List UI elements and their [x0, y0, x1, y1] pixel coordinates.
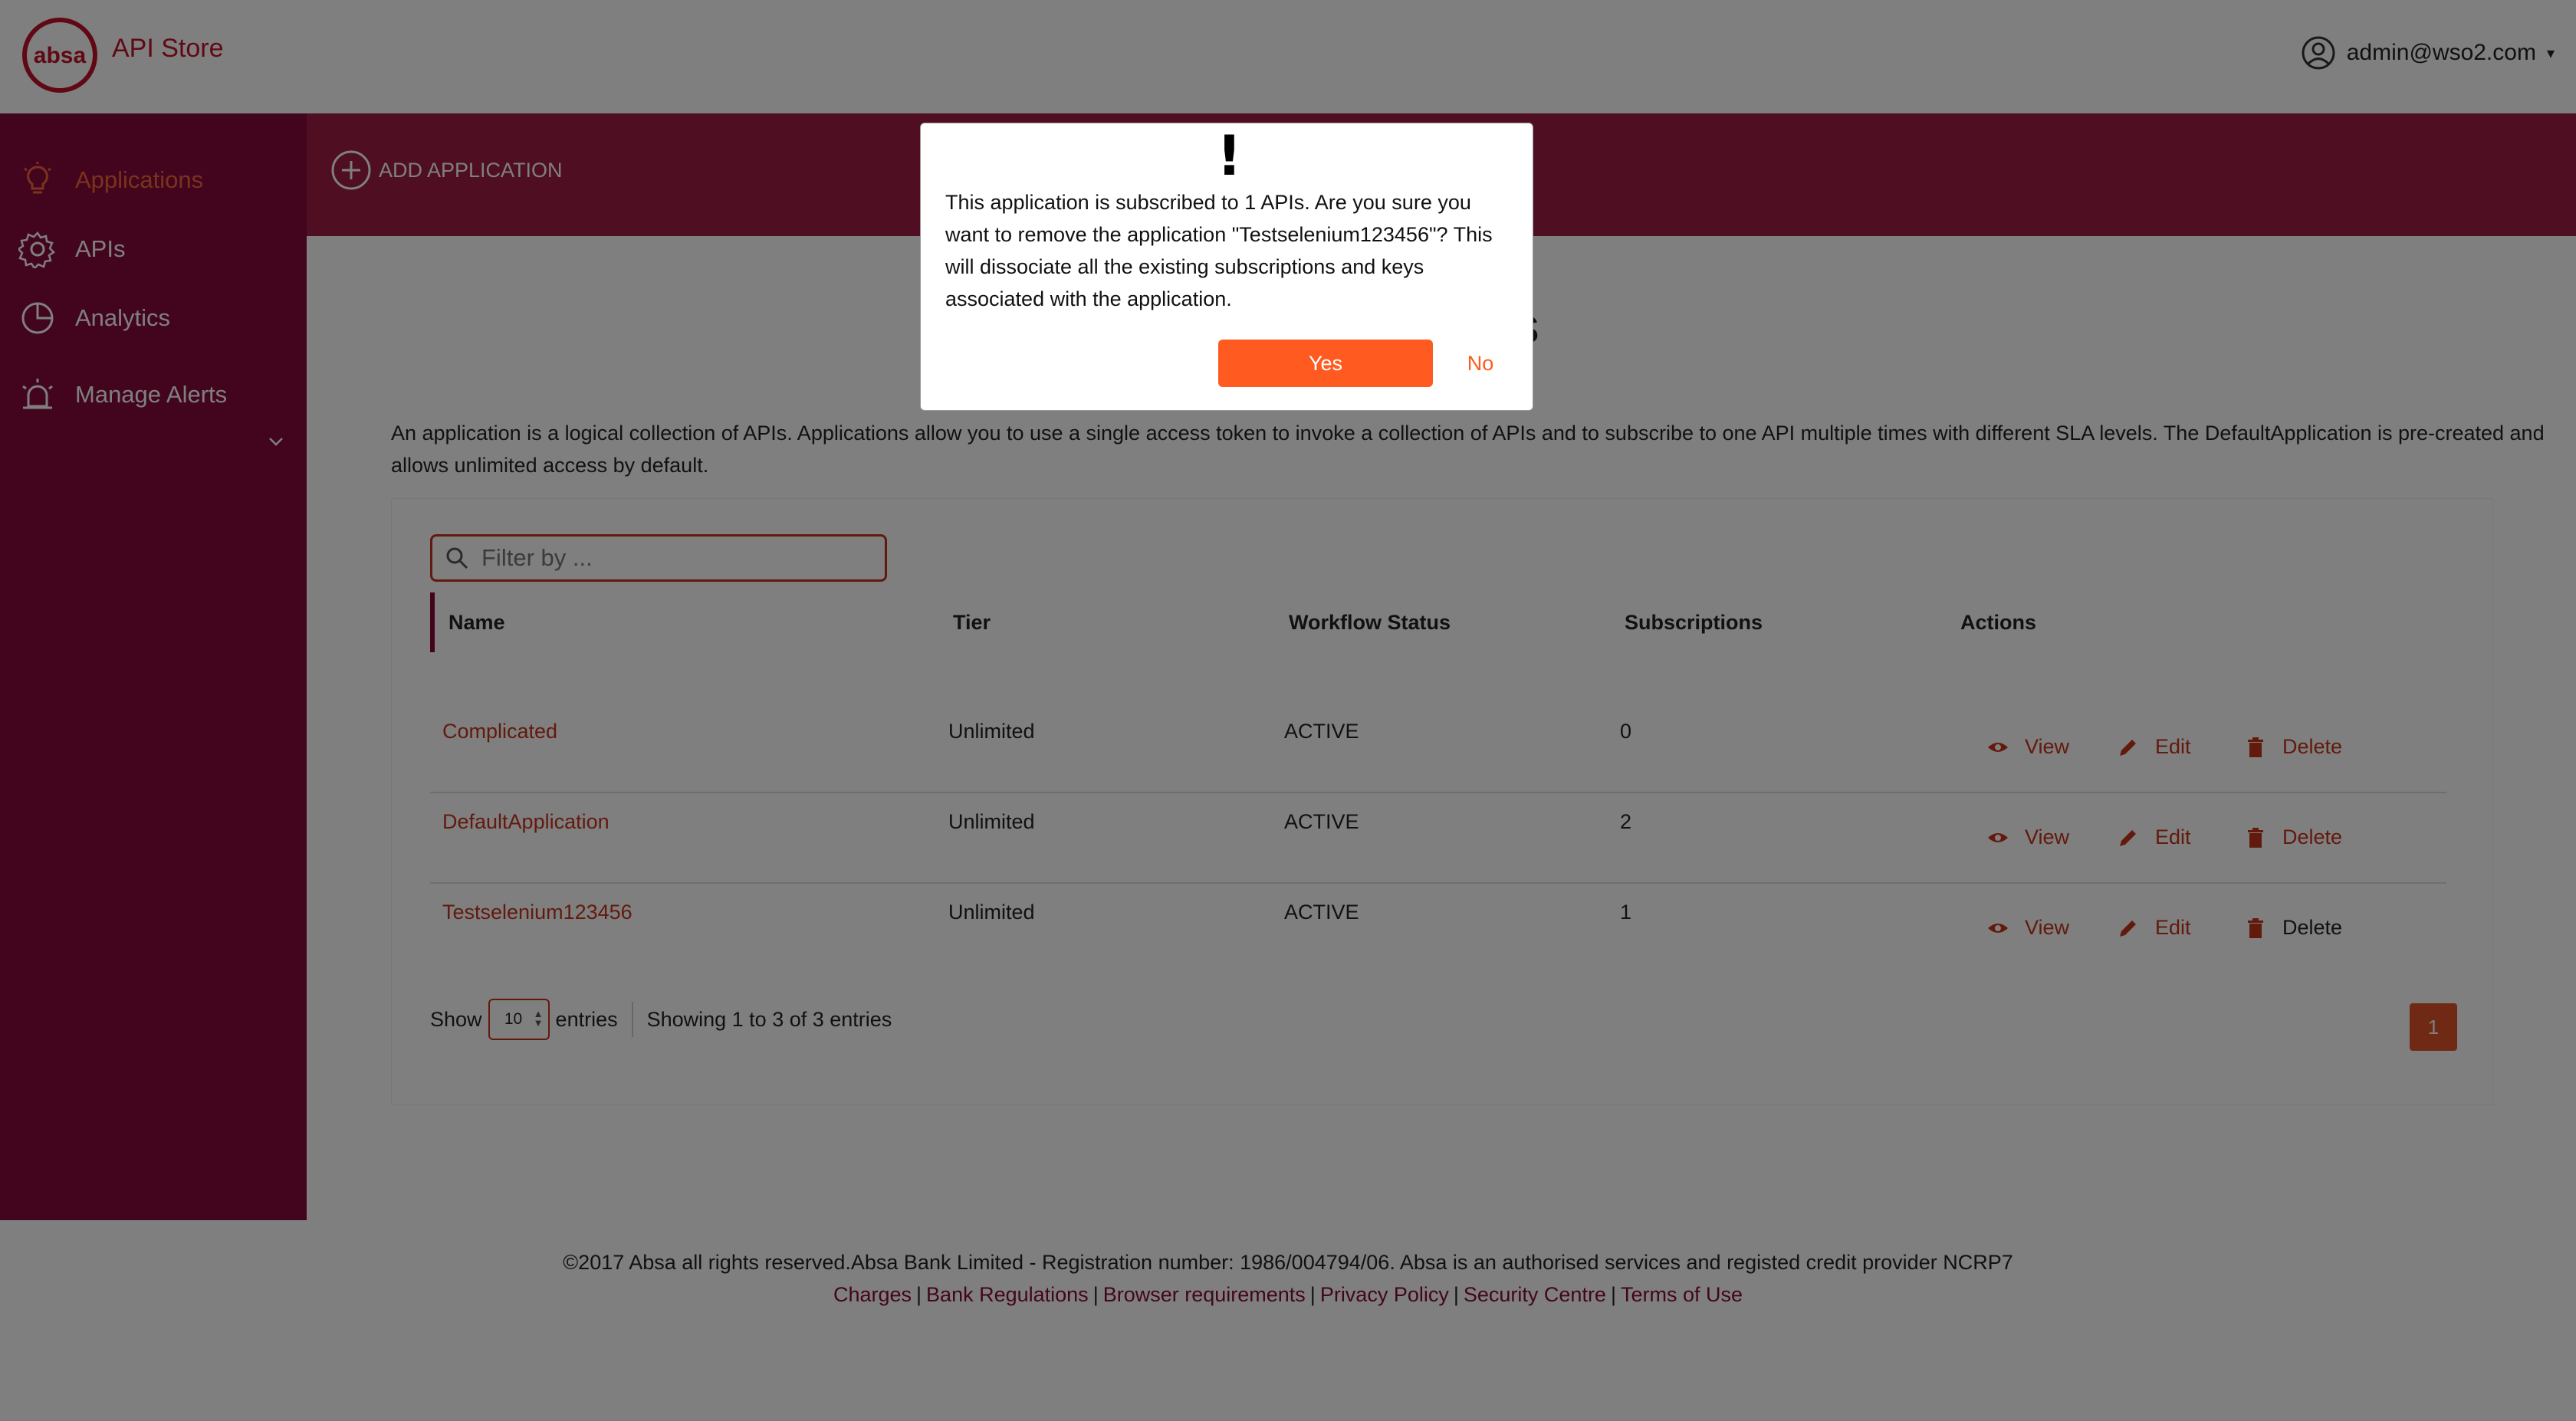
delete-confirm-dialog: ! This application is subscribed to 1 AP… [920, 123, 1533, 411]
yes-button[interactable]: Yes [1218, 340, 1433, 387]
warning-icon: ! [1217, 123, 1242, 188]
no-button[interactable]: No [1450, 340, 1511, 387]
dialog-message: This application is subscribed to 1 APIs… [945, 191, 1493, 310]
